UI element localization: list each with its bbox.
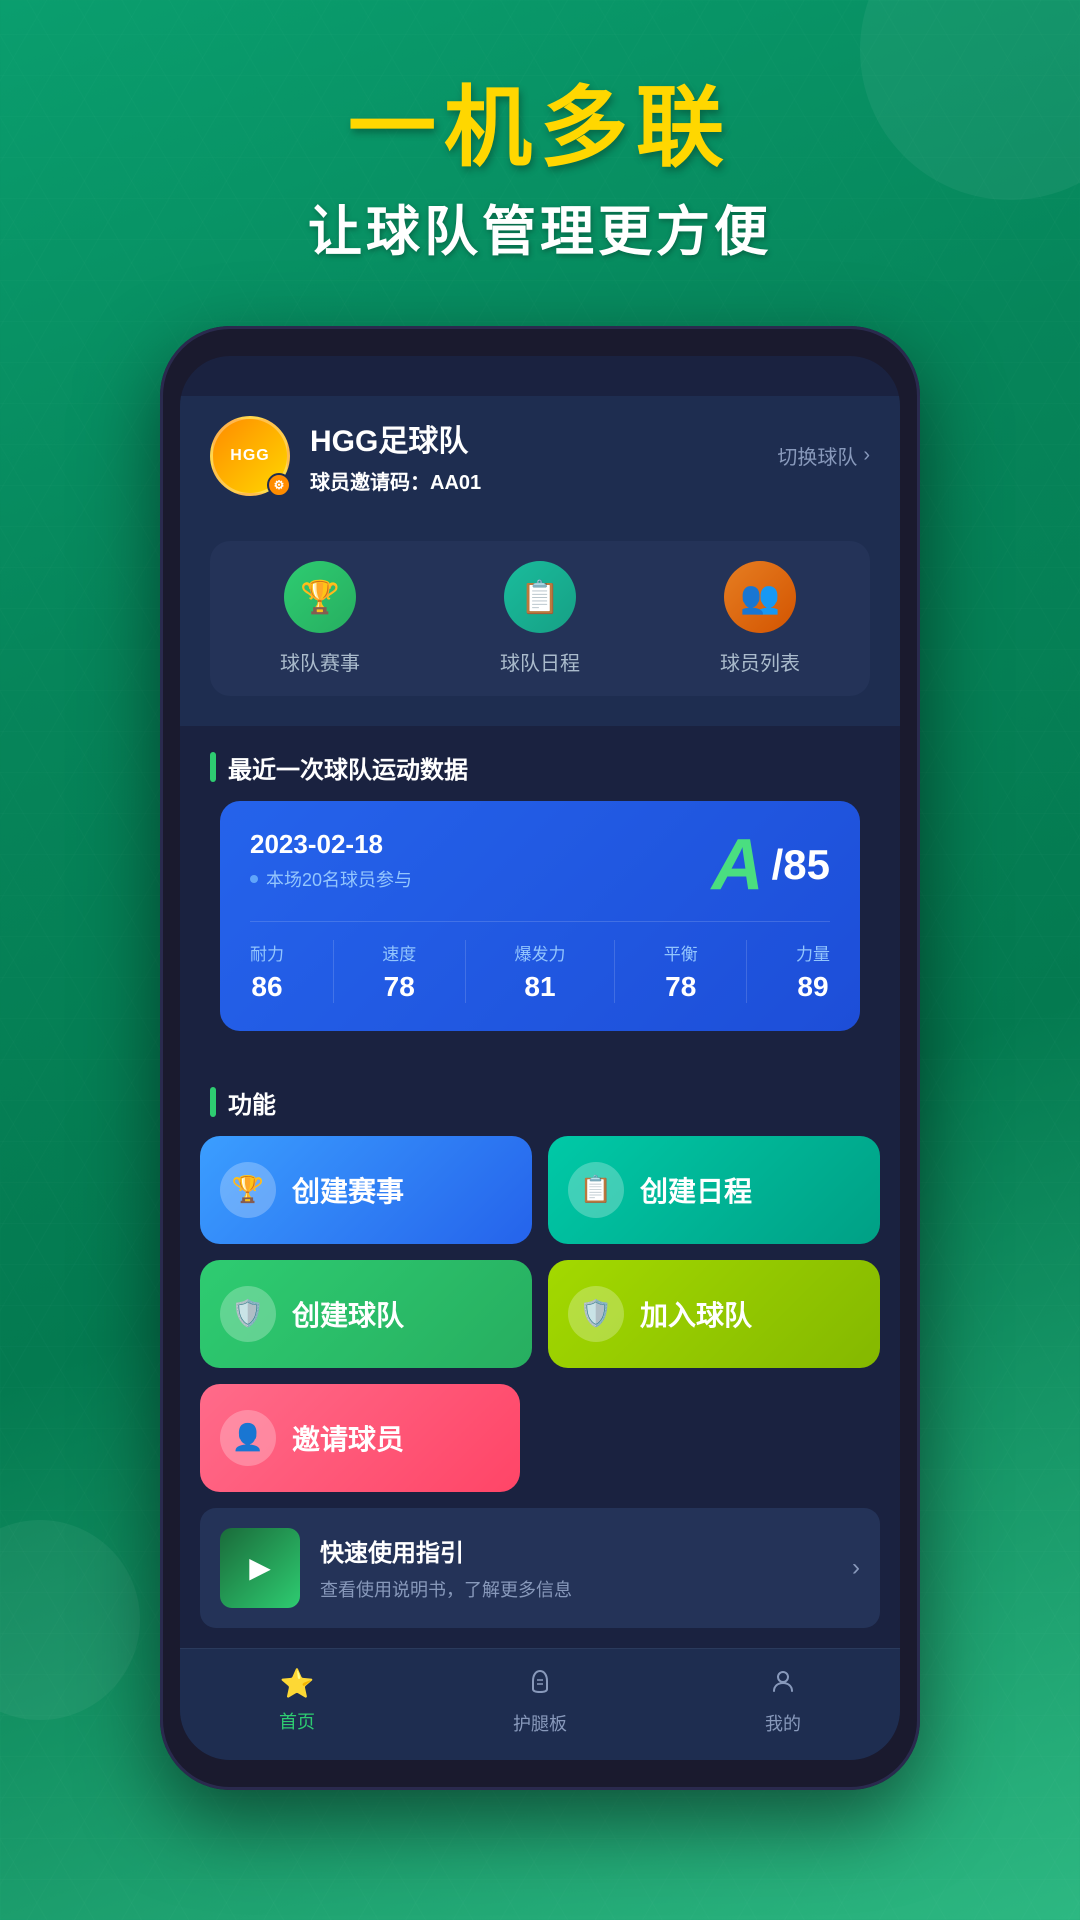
stats-section-title: 最近一次球队运动数据 xyxy=(180,726,900,801)
roster-icon: 👥 xyxy=(724,561,796,633)
schedule-icon: 📋 xyxy=(504,561,576,633)
grade-score: /85 xyxy=(772,841,830,889)
stats-participants: 本场20名球员参与 xyxy=(250,866,412,892)
matches-icon: 🏆 xyxy=(284,561,356,633)
create-team-button[interactable]: 🛡️ 创建球队 xyxy=(200,1260,532,1368)
func-row-1: 🏆 创建赛事 📋 创建日程 xyxy=(200,1136,880,1244)
create-match-button[interactable]: 🏆 创建赛事 xyxy=(200,1136,532,1244)
schedule-label: 球队日程 xyxy=(500,647,580,676)
deco-circle-2 xyxy=(0,1520,140,1720)
phone-screen: HGG ⚙ HGG足球队 球员邀请码：AA01 切换球队 › xyxy=(180,356,900,1760)
functions-section-title: 功能 xyxy=(180,1061,900,1136)
tab-profile[interactable]: 我的 xyxy=(765,1667,801,1736)
quick-actions-inner: 🏆 球队赛事 📋 球队日程 👥 球员列表 xyxy=(210,541,870,696)
tab-profile-label: 我的 xyxy=(765,1710,801,1736)
tab-bar: ⭐ 首页 护腿板 xyxy=(180,1648,900,1760)
phone-wrapper: HGG ⚙ HGG足球队 球员邀请码：AA01 切换球队 › xyxy=(160,326,920,1790)
grade-letter: A xyxy=(712,829,764,901)
metric-explosive: 爆发力 81 xyxy=(515,940,566,1003)
tab-shin-guard-label: 护腿板 xyxy=(513,1710,567,1736)
action-roster[interactable]: 👥 球员列表 xyxy=(720,561,800,676)
phone-frame: HGG ⚙ HGG足球队 球员邀请码：AA01 切换球队 › xyxy=(160,326,920,1790)
home-icon: ⭐ xyxy=(280,1667,315,1700)
shin-guard-icon xyxy=(526,1667,554,1702)
functions-grid: 🏆 创建赛事 📋 创建日程 🛡️ 创建球队 🛡️ 加入 xyxy=(180,1136,900,1628)
guide-title: 快速使用指引 xyxy=(320,1533,832,1568)
team-name: HGG足球队 xyxy=(310,416,481,460)
stats-grade: A /85 xyxy=(712,829,830,901)
matches-label: 球队赛事 xyxy=(280,647,360,676)
func-row-3: 👤 邀请球员 xyxy=(200,1384,880,1492)
team-text: HGG足球队 球员邀请码：AA01 xyxy=(310,416,481,495)
join-team-button[interactable]: 🛡️ 加入球队 xyxy=(548,1260,880,1368)
quick-actions-area: 🏆 球队赛事 📋 球队日程 👥 球员列表 xyxy=(180,521,900,726)
stats-dot xyxy=(250,875,258,883)
create-match-icon: 🏆 xyxy=(220,1162,276,1218)
stats-date: 2023-02-18 xyxy=(250,829,412,860)
team-logo: HGG ⚙ xyxy=(210,416,290,496)
metric-speed: 速度 78 xyxy=(382,940,416,1003)
create-schedule-icon: 📋 xyxy=(568,1162,624,1218)
tab-home-label: 首页 xyxy=(279,1708,315,1734)
guide-text: 快速使用指引 查看使用说明书，了解更多信息 xyxy=(320,1533,832,1602)
banner-subtitle: 让球队管理更方便 xyxy=(0,187,1080,266)
guide-desc: 查看使用说明书，了解更多信息 xyxy=(320,1576,832,1602)
app-header: HGG ⚙ HGG足球队 球员邀请码：AA01 切换球队 › xyxy=(180,396,900,521)
metric-balance: 平衡 78 xyxy=(664,940,698,1003)
invite-player-button[interactable]: 👤 邀请球员 xyxy=(200,1384,520,1492)
invite-player-label: 邀请球员 xyxy=(292,1418,404,1458)
banner-title: 一机多联 xyxy=(0,80,1080,177)
create-schedule-label: 创建日程 xyxy=(640,1170,752,1210)
stats-metrics: 耐力 86 速度 78 爆发力 81 xyxy=(250,921,830,1003)
func-row-2: 🛡️ 创建球队 🛡️ 加入球队 xyxy=(200,1260,880,1368)
tab-shin-guard[interactable]: 护腿板 xyxy=(513,1667,567,1736)
section-bar-2 xyxy=(210,1087,216,1117)
create-team-label: 创建球队 xyxy=(292,1294,404,1334)
guide-banner[interactable]: ▶ 快速使用指引 查看使用说明书，了解更多信息 › xyxy=(200,1508,880,1628)
guide-arrow-icon: › xyxy=(852,1554,860,1582)
stats-card[interactable]: 2023-02-18 本场20名球员参与 A /85 xyxy=(220,801,860,1031)
roster-label: 球员列表 xyxy=(720,647,800,676)
action-matches[interactable]: 🏆 球队赛事 xyxy=(280,561,360,676)
banner-area: 一机多联 让球队管理更方便 xyxy=(0,0,1080,266)
invite-code: 球员邀请码：AA01 xyxy=(310,466,481,495)
tab-home[interactable]: ⭐ 首页 xyxy=(279,1667,315,1736)
create-team-icon: 🛡️ xyxy=(220,1286,276,1342)
action-schedule[interactable]: 📋 球队日程 xyxy=(500,561,580,676)
metric-strength: 力量 89 xyxy=(796,940,830,1003)
status-bar xyxy=(180,356,900,396)
join-team-label: 加入球队 xyxy=(640,1294,752,1334)
settings-gear-icon: ⚙ xyxy=(267,473,291,497)
invite-player-icon: 👤 xyxy=(220,1410,276,1466)
create-match-label: 创建赛事 xyxy=(292,1170,404,1210)
create-schedule-button[interactable]: 📋 创建日程 xyxy=(548,1136,880,1244)
stats-header: 2023-02-18 本场20名球员参与 A /85 xyxy=(250,829,830,901)
section-bar xyxy=(210,752,216,782)
metric-stamina: 耐力 86 xyxy=(250,940,284,1003)
switch-team-button[interactable]: 切换球队 › xyxy=(777,441,870,470)
join-team-icon: 🛡️ xyxy=(568,1286,624,1342)
team-info: HGG ⚙ HGG足球队 球员邀请码：AA01 xyxy=(210,416,481,496)
profile-icon xyxy=(769,1667,797,1702)
chevron-right-icon: › xyxy=(863,444,870,467)
guide-thumbnail: ▶ xyxy=(220,1528,300,1608)
team-logo-text: HGG xyxy=(230,448,269,464)
